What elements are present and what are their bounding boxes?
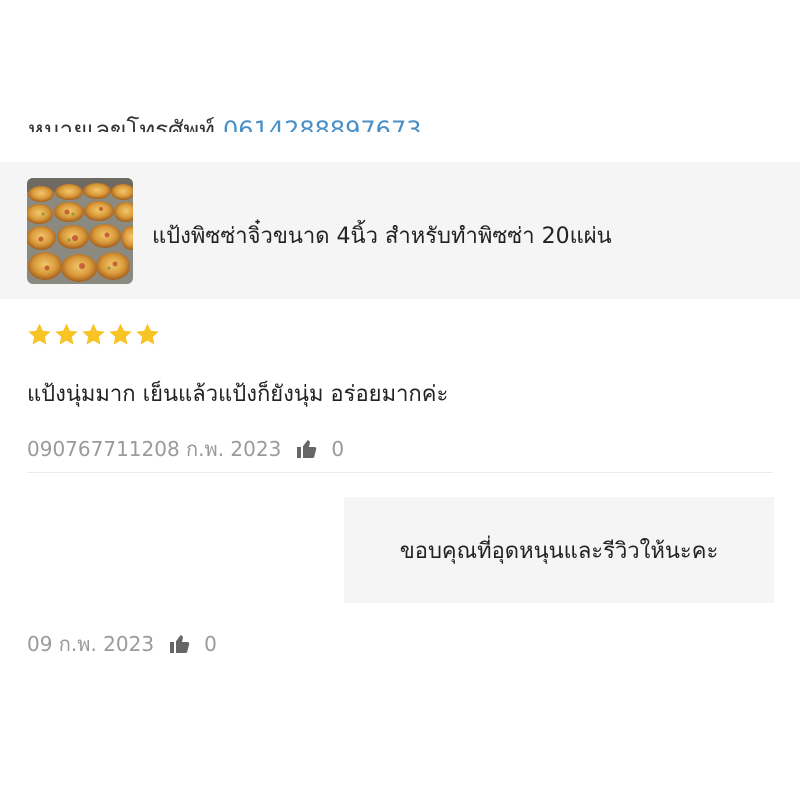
reply-like-count: 0 xyxy=(204,632,217,656)
star-icon xyxy=(109,323,132,345)
review-meta-row: 090767711208 ก.พ. 2023 0 xyxy=(27,433,344,465)
star-icon xyxy=(55,323,78,345)
product-thumbnail[interactable] xyxy=(27,178,133,284)
review-text: แป้งนุ่มมาก เย็นแล้วแป้งก็ยังนุ่ม อร่อยม… xyxy=(27,382,449,407)
review-like-count: 0 xyxy=(331,437,345,461)
seller-contact-line: หมายเลขโทรศัพท์ 0614288897673 xyxy=(28,112,422,132)
thumbs-up-icon[interactable] xyxy=(168,632,192,656)
review-meta: 090767711208 ก.พ. 2023 xyxy=(27,437,282,461)
star-icon xyxy=(82,323,105,345)
seller-reply: ขอบคุณที่อุดหนุนและรีวิวให้นะคะ xyxy=(344,497,774,603)
seller-contact-number[interactable]: 0614288897673 xyxy=(223,116,422,132)
rating-stars xyxy=(27,322,160,347)
reply-meta-row: 09 ก.พ. 2023 0 xyxy=(27,628,217,660)
thumbs-up-icon[interactable] xyxy=(295,437,319,461)
product-name[interactable]: แป้งพิซซ่าจิ๋วขนาด 4นิ้ว สำหรับทำพิซซ่า … xyxy=(152,218,612,253)
seller-contact-label: หมายเลขโทรศัพท์ xyxy=(28,116,215,132)
product-card[interactable]: แป้งพิซซ่าจิ๋วขนาด 4นิ้ว สำหรับทำพิซซ่า … xyxy=(0,162,800,299)
star-icon xyxy=(28,323,51,345)
star-icon xyxy=(136,323,159,345)
seller-reply-text: ขอบคุณที่อุดหนุนและรีวิวให้นะคะ xyxy=(399,538,719,564)
reply-date: 09 ก.พ. 2023 xyxy=(27,632,155,656)
divider xyxy=(27,472,773,473)
